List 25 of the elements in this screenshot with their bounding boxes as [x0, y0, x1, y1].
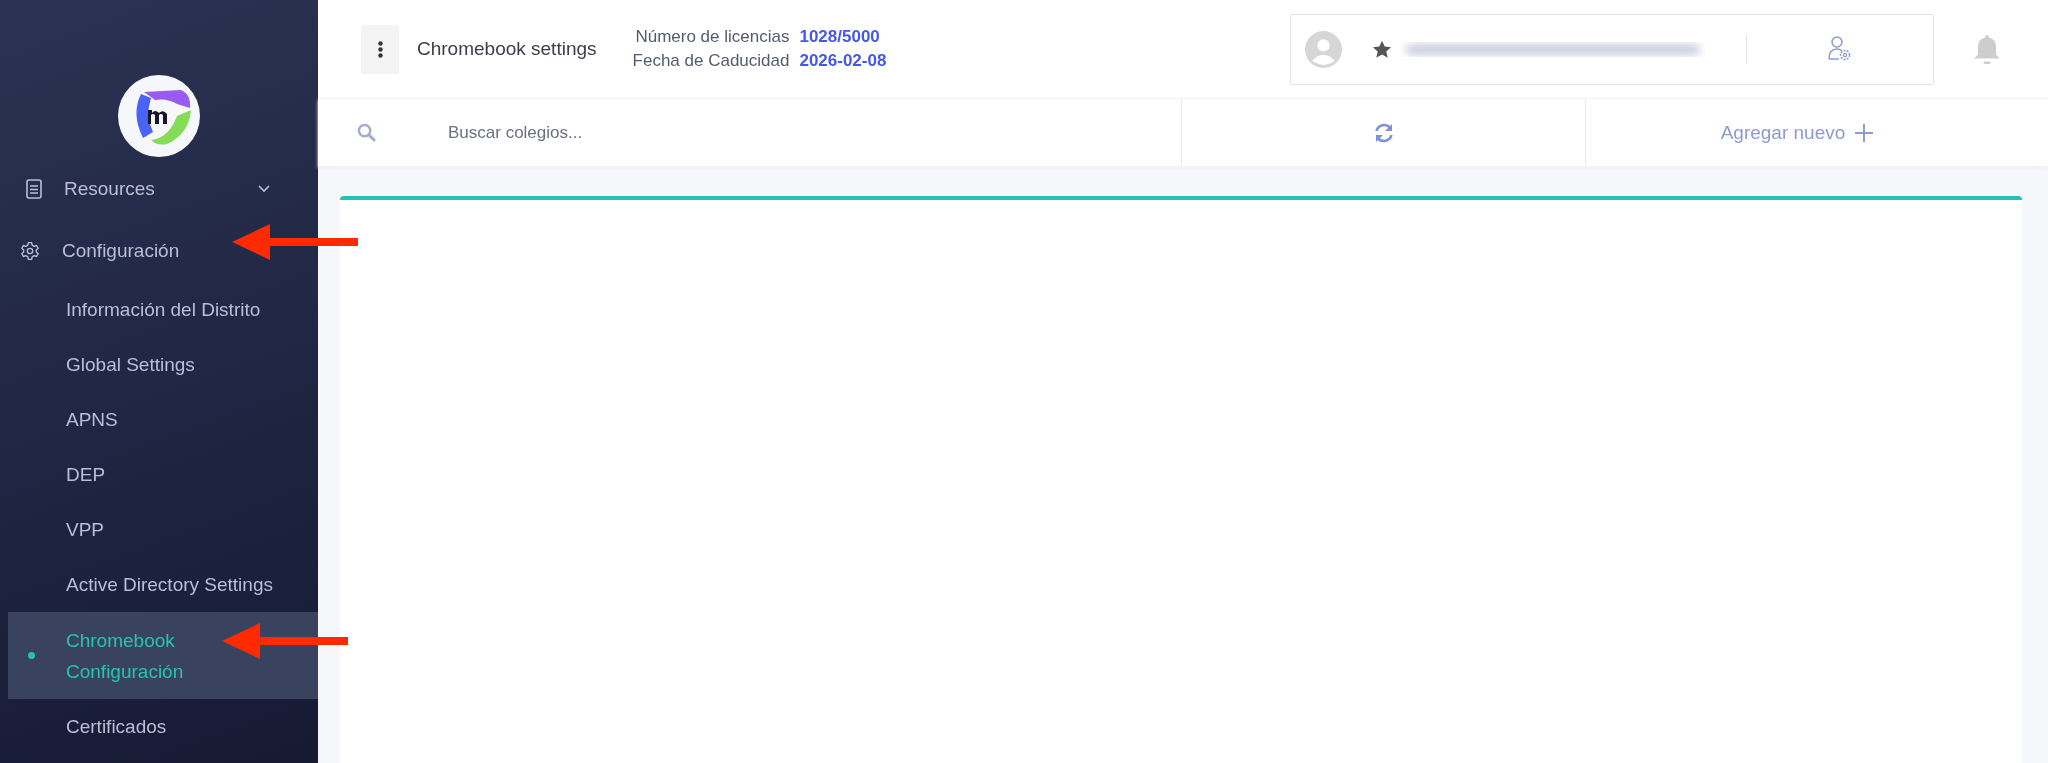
settings-icon [20, 241, 40, 261]
sidebar-item[interactable]: Información del Distrito [8, 282, 318, 337]
document-icon [26, 179, 42, 199]
user-settings-icon[interactable] [1827, 35, 1853, 63]
sidebar-section[interactable]: Resources [64, 178, 155, 200]
sidebar-item[interactable]: Global Settings [8, 337, 318, 392]
sidebar-item[interactable]: Certificados [8, 699, 318, 754]
plus-icon [1855, 123, 1874, 142]
license-label: Número de licencias [634, 26, 790, 48]
kebab-icon [377, 40, 383, 58]
star-icon[interactable] [1372, 39, 1392, 59]
search-icon [357, 123, 376, 142]
bell-icon[interactable] [1974, 34, 2000, 64]
sidebar-item[interactable]: Chromebook Configuración [8, 612, 318, 699]
sidebar-section[interactable]: Configuración [62, 240, 180, 262]
expiry-value: 2026-02-08 [799, 50, 887, 72]
sidebar-item[interactable]: DEP [8, 447, 318, 502]
chevron-down-icon[interactable] [258, 185, 270, 193]
page-title: Chromebook settings [417, 38, 597, 60]
sidebar-item[interactable]: VPP [8, 502, 318, 557]
sidebar-item[interactable]: Active Directory Settings [8, 557, 318, 612]
expiry-label: Fecha de Caducidad [632, 50, 790, 72]
license-value: 1028/5000 [799, 26, 881, 48]
menu-button[interactable] [361, 24, 399, 74]
sidebar-item[interactable]: APNS [8, 392, 318, 447]
